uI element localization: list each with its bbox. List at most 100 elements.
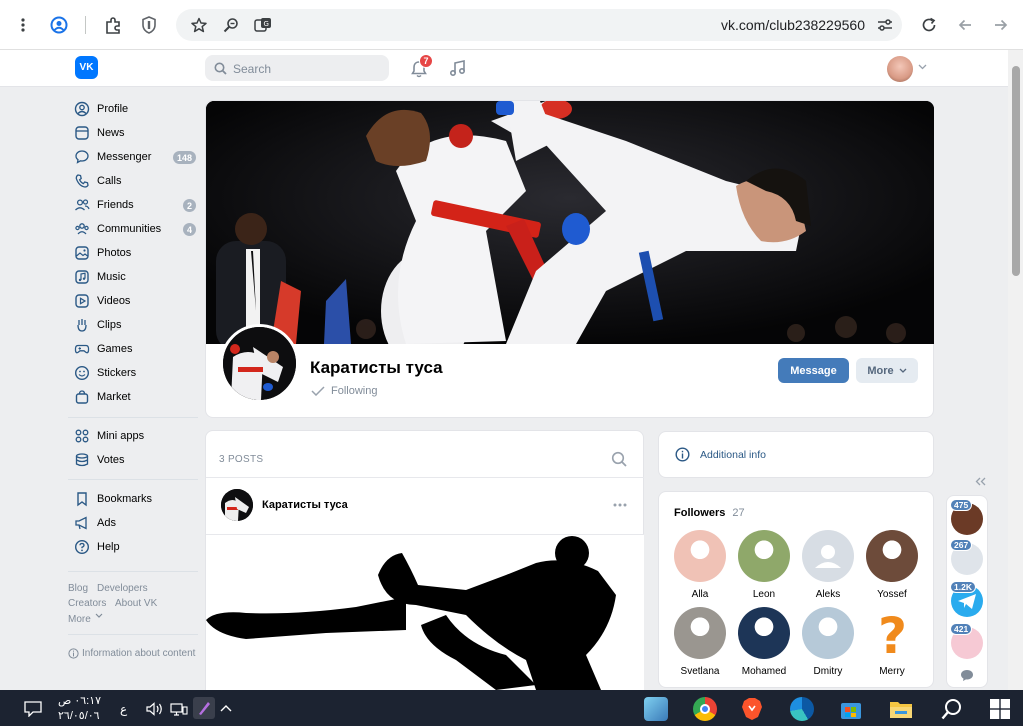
sidebar-item-messenger[interactable]: Messenger [74,147,151,167]
chat-icon [74,149,90,165]
vk-logo[interactable]: VK [75,56,98,79]
search-input[interactable]: Search [205,55,389,81]
follower-name: Svetlana [680,666,720,677]
message-button[interactable]: Message [778,358,849,383]
information-about-content-link[interactable]: Information about content [68,648,195,659]
sidebar-item-music[interactable]: Music [74,267,126,287]
star-icon[interactable] [188,14,210,36]
reload-icon[interactable] [918,14,940,36]
network-icon[interactable] [170,703,188,716]
scrollbar-thumb[interactable] [1012,66,1020,276]
sidebar-item-help[interactable]: Help [74,537,120,557]
follower-item[interactable]: ? Merry [865,607,919,677]
account-icon[interactable] [48,14,70,36]
footer-link-developers[interactable]: Developers [97,583,148,594]
sidebar-item-bookmarks[interactable]: Bookmarks [74,489,152,509]
followers-title[interactable]: Followers 27 [674,507,745,519]
sidebar-item-photos[interactable]: Photos [74,243,131,263]
volume-icon[interactable] [146,702,164,716]
following-label: Following [331,385,378,397]
sidebar-item-market[interactable]: Market [74,387,131,407]
sidebar-item-communities[interactable]: Communities [74,219,161,239]
karate-silhouette-image [206,535,644,690]
follower-name: Mohamed [741,666,787,677]
default-user-icon [815,545,841,568]
collapse-icon[interactable] [975,477,986,486]
sidebar-item-label: Messenger [97,151,152,163]
sidebar-item-calls[interactable]: Calls [74,171,121,191]
back-icon[interactable] [954,14,976,36]
sidebar-item-votes[interactable]: Votes [74,450,125,470]
notifications-badge: 7 [419,54,433,68]
follower-item[interactable]: Aleks [801,530,855,600]
shield-icon[interactable] [138,14,160,36]
chevron-up-icon[interactable] [220,704,232,712]
group-avatar[interactable] [220,324,299,403]
language-indicator[interactable]: ع [120,702,127,716]
avatar [674,530,726,582]
sidebar-item-videos[interactable]: Videos [74,291,130,311]
avatar[interactable] [887,56,913,82]
zoom-icon[interactable] [220,14,242,36]
post-image[interactable] [206,535,644,690]
edge-icon[interactable] [790,697,814,721]
clock[interactable]: ٠٦:١٧ ص ٢٦/٠٥/٠٦ [58,694,101,724]
music-note-icon[interactable] [449,59,467,77]
menu-dots-icon[interactable] [12,14,34,36]
search-icon[interactable] [941,698,963,720]
notification-center-icon[interactable] [24,701,42,717]
more-button[interactable]: More [856,358,918,383]
post-menu-icon[interactable] [613,503,627,507]
brave-icon[interactable] [741,697,763,721]
follower-item[interactable]: Leon [737,530,791,600]
address-bar[interactable]: G vk.com/club238229560 [176,9,902,41]
pen-app-icon[interactable] [193,697,215,719]
footer-link-about[interactable]: About VK [115,598,157,609]
post-author-name[interactable]: Каратисты туса [262,499,348,511]
additional-info-link[interactable]: Additional info [700,449,766,461]
info-icon [675,447,690,462]
post-author-avatar[interactable] [221,489,253,521]
chevron-down-icon[interactable] [95,613,103,619]
sidebar-item-games[interactable]: Games [74,339,132,359]
following-status[interactable]: Following [311,385,377,397]
site-settings-icon[interactable] [874,14,896,36]
sidebar-item-friends[interactable]: Friends [74,195,134,215]
sidebar-item-mini-apps[interactable]: Mini apps [74,426,144,446]
follower-item[interactable]: Svetlana [673,607,727,677]
sidebar-badge: 2 [182,199,196,212]
forward-icon[interactable] [990,14,1012,36]
notes-app-icon[interactable] [644,697,668,721]
follower-item[interactable]: Alla [673,530,727,600]
search-icon[interactable] [611,451,627,467]
store-icon[interactable] [840,698,862,720]
url-text[interactable]: vk.com/club238229560 [721,17,865,33]
follower-name: Dmitry [813,666,843,677]
follower-item[interactable]: Mohamed [737,607,791,677]
sidebar-item-clips[interactable]: Clips [74,315,121,335]
chrome-icon[interactable] [693,697,717,721]
chevron-down-icon[interactable] [918,64,927,70]
sidebar-item-label: News [97,127,125,139]
footer-link-blog[interactable]: Blog [68,583,88,594]
sidebar-item-news[interactable]: News [74,123,125,143]
sidebar-item-profile[interactable]: Profile [74,99,128,119]
follower-item[interactable]: Yossef [865,530,919,600]
footer-link-creators[interactable]: Creators [68,598,106,609]
info-icon [68,648,79,659]
sidebar-item-label: Calls [97,175,122,187]
follower-item[interactable]: Dmitry [801,607,855,677]
windows-start-icon[interactable] [990,699,1010,719]
sidebar-item-stickers[interactable]: Stickers [74,363,136,383]
chat-bubble-icon[interactable] [960,669,974,682]
extensions-icon[interactable] [102,14,124,36]
sidebar-item-ads[interactable]: Ads [74,513,116,533]
sidebar-item-label: Bookmarks [97,493,153,505]
translate-icon[interactable]: G [252,14,274,36]
follower-name: Leon [752,589,776,600]
file-explorer-icon[interactable] [889,699,913,719]
clock-time: ٠٦:١٧ ص [58,695,102,707]
footer-link-more[interactable]: More [68,614,91,625]
vk-logo-text: VK [79,62,94,73]
sidebar-divider [68,479,198,480]
